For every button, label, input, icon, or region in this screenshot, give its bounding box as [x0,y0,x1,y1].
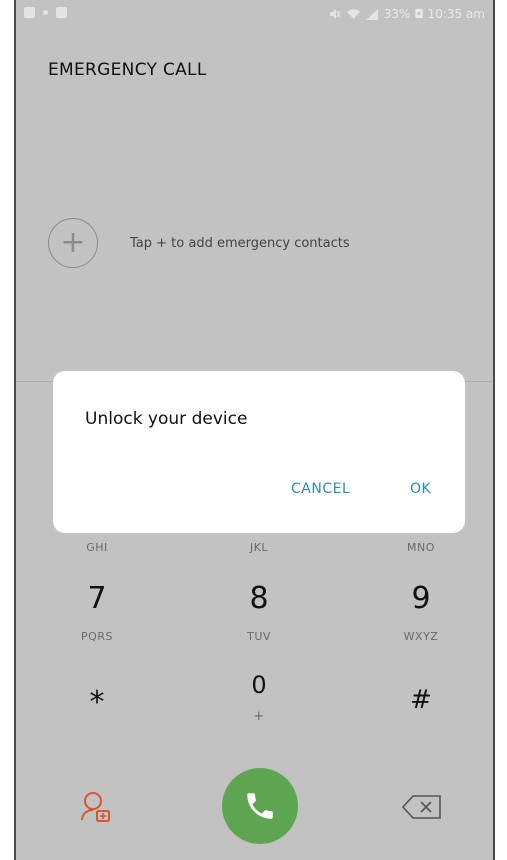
dialpad-key-8[interactable]: 8 TUV [204,575,314,655]
phone-icon [247,793,273,819]
status-right: 33% ◘ 10:35 am [329,7,485,21]
call-button[interactable] [222,768,298,844]
cancel-button[interactable]: CANCEL [291,481,350,497]
key-letters: WXYZ [403,630,439,643]
page-title: EMERGENCY CALL [48,60,207,80]
add-contact-hint: Tap + to add emergency contacts [130,235,350,251]
battery-time-text: 33% ◘ 10:35 am [383,7,485,21]
key-letters: + [253,709,265,724]
dialpad-key-9[interactable]: 9 WXYZ [366,575,476,655]
dialpad-key-6[interactable]: MNO [366,535,476,565]
key-digit: * [89,685,105,720]
dialpad-key-4[interactable]: GHI [42,535,152,565]
mute-icon [329,9,341,19]
key-letters: GHI [86,541,108,554]
medical-info-icon [81,791,110,822]
add-emergency-contact-row[interactable]: + Tap + to add emergency contacts [48,218,350,268]
key-digit: 9 [411,581,431,616]
status-bar: 33% ◘ 10:35 am [16,0,493,28]
gallery-notification-icon [24,7,35,18]
dialpad-key-5[interactable]: JKL [204,535,314,565]
medical-info-button[interactable] [76,786,116,826]
backspace-icon [401,795,441,819]
notification-dot-icon [43,10,48,15]
ok-button[interactable]: OK [410,481,431,497]
plus-icon: + [60,225,86,260]
backspace-button[interactable] [398,792,446,822]
unlock-dialog: Unlock your device CANCEL OK [53,371,465,533]
key-digit: 0 [251,671,267,699]
dialpad-key-hash[interactable]: # [366,665,476,745]
dialog-message: Unlock your device [85,409,248,429]
key-letters: PQRS [81,630,113,643]
facebook-icon [56,7,67,18]
status-left-icons [24,7,67,18]
dialpad-key-7[interactable]: 7 PQRS [42,575,152,655]
key-letters: TUV [247,630,271,643]
dialpad-key-star[interactable]: * [42,665,152,745]
key-digit: 7 [87,581,107,616]
dialpad-key-0[interactable]: 0 + [204,665,314,745]
signal-icon [365,8,378,20]
key-letters: JKL [249,541,269,554]
phone-screen: 33% ◘ 10:35 am EMERGENCY CALL + Tap + to… [14,0,495,860]
add-contact-button[interactable]: + [48,218,98,268]
wifi-icon [346,8,360,19]
key-digit: # [410,685,432,715]
key-digit: 8 [249,581,269,616]
key-letters: MNO [407,541,435,554]
